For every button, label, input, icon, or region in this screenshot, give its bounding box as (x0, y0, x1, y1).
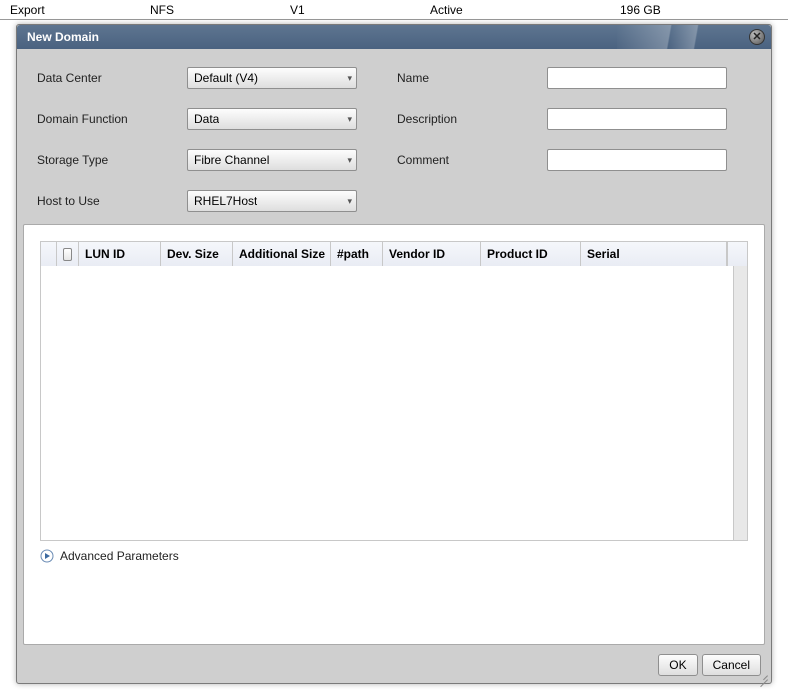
col-scroll-pad (727, 242, 747, 266)
col-serial[interactable]: Serial (581, 242, 727, 266)
bg-cell-format: V1 (280, 3, 420, 17)
bg-cell-status: Active (420, 3, 610, 17)
chevron-down-icon: ▾ (343, 155, 352, 166)
chevron-down-icon: ▾ (343, 73, 352, 84)
bg-cell-type: Export (0, 3, 140, 17)
vertical-scrollbar[interactable] (733, 266, 747, 540)
label-storage-type: Storage Type (37, 153, 187, 167)
bg-cell-size: 196 GB (610, 3, 788, 17)
col-additional-size[interactable]: Additional Size (233, 242, 331, 266)
advanced-parameters-toggle[interactable]: Advanced Parameters (40, 549, 748, 563)
dialog-title: New Domain (27, 30, 749, 44)
col-checkbox[interactable] (57, 242, 79, 266)
label-description: Description (397, 112, 547, 126)
expand-right-icon (40, 549, 54, 563)
lun-table: LUN ID Dev. Size Additional Size #path V… (40, 241, 748, 541)
lun-table-body (41, 266, 733, 540)
close-icon[interactable]: ✕ (749, 29, 765, 45)
col-lun-id[interactable]: LUN ID (79, 242, 161, 266)
label-host-to-use: Host to Use (37, 194, 187, 208)
comment-input[interactable] (547, 149, 727, 171)
label-data-center: Data Center (37, 71, 187, 85)
chevron-down-icon: ▾ (343, 114, 352, 125)
domain-function-select[interactable]: Data ▾ (187, 108, 357, 130)
label-name: Name (397, 71, 547, 85)
lun-panel: LUN ID Dev. Size Additional Size #path V… (23, 224, 765, 645)
cancel-button[interactable]: Cancel (702, 654, 761, 676)
label-comment: Comment (397, 153, 547, 167)
col-product-id[interactable]: Product ID (481, 242, 581, 266)
storage-type-select[interactable]: Fibre Channel ▾ (187, 149, 357, 171)
host-to-use-select[interactable]: RHEL7Host ▾ (187, 190, 357, 212)
col-expander (41, 242, 57, 266)
domain-function-value: Data (194, 112, 219, 126)
dialog-footer: OK Cancel (17, 651, 771, 683)
background-table-row: Export NFS V1 Active 196 GB (0, 0, 788, 20)
data-center-value: Default (V4) (194, 71, 258, 85)
storage-type-value: Fibre Channel (194, 153, 269, 167)
dialog-form: Data Center Default (V4) ▾ Domain Functi… (17, 49, 771, 218)
name-input[interactable] (547, 67, 727, 89)
description-input[interactable] (547, 108, 727, 130)
new-domain-dialog: New Domain ✕ Data Center Default (V4) ▾ … (16, 24, 772, 684)
ok-button[interactable]: OK (658, 654, 697, 676)
col-vendor-id[interactable]: Vendor ID (383, 242, 481, 266)
data-center-select[interactable]: Default (V4) ▾ (187, 67, 357, 89)
lun-table-header: LUN ID Dev. Size Additional Size #path V… (41, 242, 747, 266)
col-path[interactable]: #path (331, 242, 383, 266)
host-to-use-value: RHEL7Host (194, 194, 257, 208)
chevron-down-icon: ▾ (343, 196, 352, 207)
advanced-parameters-label: Advanced Parameters (60, 549, 179, 563)
bg-cell-storage: NFS (140, 3, 280, 17)
label-domain-function: Domain Function (37, 112, 187, 126)
col-dev-size[interactable]: Dev. Size (161, 242, 233, 266)
dialog-titlebar[interactable]: New Domain ✕ (17, 25, 771, 49)
checkbox-icon[interactable] (63, 248, 72, 261)
